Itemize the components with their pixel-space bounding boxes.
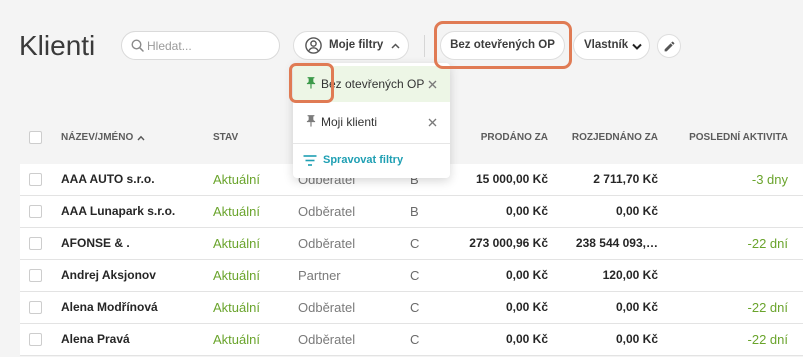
active-filter-label: Bez otevřených OP <box>450 39 555 51</box>
client-status: Aktuální <box>213 172 260 187</box>
negotiated-amount: 0,00 Kč <box>615 204 658 218</box>
client-type: Partner <box>298 268 341 283</box>
last-activity: -22 dní <box>747 332 788 347</box>
last-activity: -3 dny <box>751 172 788 187</box>
client-type: Odběratel <box>298 332 356 347</box>
client-category: B <box>410 204 419 219</box>
last-activity: -22 dní <box>747 236 788 251</box>
filter-item-label: Moji klienti <box>321 115 378 129</box>
menu-divider <box>293 143 450 144</box>
client-name[interactable]: Andrej Aksjonov <box>61 260 156 291</box>
column-header-last-activity[interactable]: POSLEDNÍ AKTIVITA <box>648 131 788 145</box>
filter-item-moji-klienti[interactable]: Moji klienti <box>293 104 450 140</box>
table-row[interactable]: Alena Pravá Aktuální Odběratel C 0,00 Kč… <box>20 324 803 356</box>
column-header-status[interactable]: STAV <box>213 131 238 145</box>
row-checkbox[interactable] <box>29 333 42 346</box>
client-category: C <box>410 236 420 251</box>
client-category: C <box>410 300 420 315</box>
my-filters-label: Moje filtry <box>329 39 384 51</box>
row-checkbox[interactable] <box>29 205 42 218</box>
my-filters-button[interactable]: Moje filtry <box>293 31 409 60</box>
close-icon[interactable] <box>428 118 437 127</box>
active-filter-button[interactable]: Bez otevřených OP <box>440 31 565 60</box>
edit-filters-button[interactable] <box>657 34 681 58</box>
client-status: Aktuální <box>213 332 260 347</box>
row-checkbox[interactable] <box>29 237 42 250</box>
client-type: Odběratel <box>298 236 356 251</box>
negotiated-amount: 0,00 Kč <box>615 332 658 346</box>
filter-item-bez-otevrenych-op[interactable]: Bez otevřených OP <box>293 66 450 102</box>
pin-icon[interactable] <box>304 76 318 90</box>
column-header-name-label: NÁZEV/JMÉNO <box>61 132 134 143</box>
filters-menu: Bez otevřených OP Moji klienti Spravovat… <box>293 63 450 178</box>
row-checkbox[interactable] <box>29 173 42 186</box>
chevron-down-icon <box>632 43 642 50</box>
sort-ascending-icon <box>137 135 145 141</box>
column-header-negotiated[interactable]: ROZJEDNÁNO ZA <box>528 131 658 145</box>
client-status: Aktuální <box>213 236 260 251</box>
search-icon <box>131 39 144 52</box>
manage-filters-label: Spravovat filtry <box>323 154 404 166</box>
table-row[interactable]: Andrej Aksjonov Aktuální Partner C 0,00 … <box>20 260 803 292</box>
close-icon[interactable] <box>428 80 437 89</box>
pencil-icon <box>664 41 675 52</box>
row-checkbox[interactable] <box>29 301 42 314</box>
client-type: Odběratel <box>298 300 356 315</box>
client-category: C <box>410 332 420 347</box>
client-status: Aktuální <box>213 300 260 315</box>
manage-filters-link[interactable]: Spravovat filtry <box>293 146 450 175</box>
client-name[interactable]: AAA Lunapark s.r.o. <box>61 196 175 227</box>
client-status: Aktuální <box>213 268 260 283</box>
negotiated-amount: 120,00 Kč <box>602 268 658 282</box>
negotiated-amount: 238 544 093,… <box>575 236 658 250</box>
column-header-name[interactable]: NÁZEV/JMÉNO <box>61 131 145 145</box>
client-type: Odběratel <box>298 204 356 219</box>
client-name[interactable]: Alena Modřínová <box>61 292 158 323</box>
client-name[interactable]: AAA AUTO s.r.o. <box>61 164 155 195</box>
client-name[interactable]: AFONSE & . <box>61 228 130 259</box>
client-name[interactable]: Alena Pravá <box>61 324 130 355</box>
toolbar-divider <box>424 35 425 57</box>
row-checkbox[interactable] <box>29 269 42 282</box>
table-row[interactable]: AAA Lunapark s.r.o. Aktuální Odběratel B… <box>20 196 803 228</box>
client-category: C <box>410 268 420 283</box>
account-circle-icon <box>305 37 322 54</box>
client-status: Aktuální <box>213 204 260 219</box>
negotiated-amount: 2 711,70 Kč <box>593 172 658 186</box>
owner-dropdown[interactable]: Vlastník <box>573 31 650 60</box>
filter-item-label: Bez otevřených OP <box>321 77 425 91</box>
page-title: Klienti <box>19 30 96 61</box>
filter-list-icon <box>303 155 317 166</box>
select-all-checkbox[interactable] <box>29 131 42 144</box>
search-box[interactable] <box>121 31 280 60</box>
owner-label: Vlastník <box>584 39 629 51</box>
pin-icon[interactable] <box>304 114 318 128</box>
table-row[interactable]: Alena Modřínová Aktuální Odběratel C 0,0… <box>20 292 803 324</box>
chevron-up-icon <box>391 43 400 49</box>
search-input[interactable] <box>147 32 273 59</box>
last-activity: -22 dní <box>747 300 788 315</box>
table-row[interactable]: AFONSE & . Aktuální Odběratel C 273 000,… <box>20 228 803 260</box>
negotiated-amount: 0,00 Kč <box>615 300 658 314</box>
